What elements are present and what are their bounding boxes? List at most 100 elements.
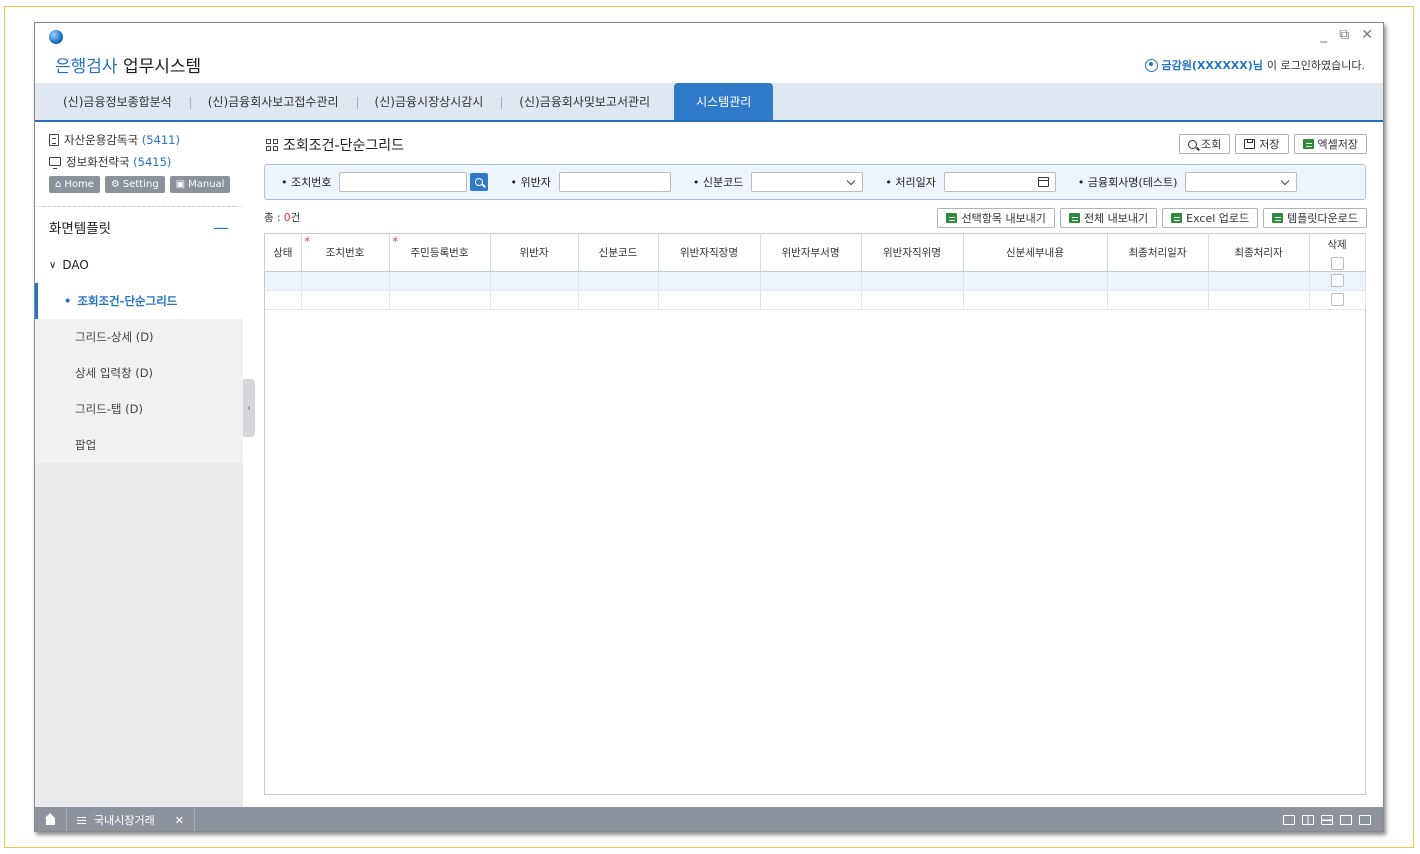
screen-template-header[interactable]: 화면템플릿 — <box>35 207 243 247</box>
login-user[interactable]: 금감원(XXXXXX)님 <box>1162 57 1263 73</box>
table-cell[interactable] <box>578 271 659 291</box>
menu-item-grid-detail[interactable]: 그리드-상세 (D) <box>35 319 243 355</box>
layout-split-horizontal-icon[interactable] <box>1321 815 1333 825</box>
layout-split-vertical-icon[interactable] <box>1302 815 1314 825</box>
action-no-input[interactable] <box>339 172 468 192</box>
column-header[interactable]: 상태 <box>265 234 302 272</box>
setting-button[interactable]: ⚙ Setting <box>104 176 165 193</box>
select-all-checkbox[interactable] <box>1330 257 1344 270</box>
table-cell[interactable] <box>963 290 1108 310</box>
open-tab-label: 국내시장거래 <box>94 814 155 827</box>
table-cell[interactable] <box>301 271 390 291</box>
field-company-name: 금융회사명(테스트) <box>1078 172 1298 192</box>
layout-single-icon[interactable] <box>1283 815 1295 825</box>
row-delete-checkbox[interactable] <box>1330 293 1344 306</box>
table-cell[interactable] <box>301 290 390 310</box>
tab-market-monitoring[interactable]: (신)금융시장상시감시 <box>356 83 502 120</box>
search-icon <box>1188 139 1198 149</box>
minimize-icon[interactable]: _ <box>1320 27 1327 43</box>
sidebar-collapse-handle[interactable]: ‹ <box>243 379 255 437</box>
tab-financial-info-analysis[interactable]: (신)금융정보종합분석 <box>45 83 190 120</box>
column-header[interactable]: 위반자부서명 <box>760 234 862 272</box>
export-all-button[interactable]: 전체 내보내기 <box>1059 208 1158 228</box>
table-cell[interactable] <box>578 290 659 310</box>
menu-item-grid-tab[interactable]: 그리드-탭 (D) <box>35 391 243 427</box>
home-button[interactable]: ⌂ Home <box>49 176 100 193</box>
column-header[interactable]: 위반자직장명 <box>658 234 761 272</box>
table-cell[interactable] <box>658 290 761 310</box>
gear-icon: ⚙ <box>110 179 120 190</box>
tab-report-reception[interactable]: (신)금융회사보고접수관리 <box>189 83 357 120</box>
page-title: 조회조건-단순그리드 <box>266 135 404 155</box>
table-cell[interactable] <box>658 271 761 291</box>
table-row[interactable] <box>265 290 1366 310</box>
column-header[interactable]: 위반자직위명 <box>861 234 964 272</box>
violator-label: 위반자 <box>510 174 550 190</box>
column-header[interactable]: 주민등록번호 <box>389 234 491 272</box>
column-header[interactable]: 최종처리일자 <box>1107 234 1209 272</box>
layout-cascade-icon[interactable] <box>1340 815 1352 825</box>
column-header[interactable]: 신분세부내용 <box>963 234 1108 272</box>
open-tab-domestic-market[interactable]: 국내시장거래 ✕ <box>67 807 195 831</box>
menu-item-detail-input[interactable]: 상세 입력창 (D) <box>35 355 243 391</box>
calendar-icon[interactable] <box>1037 177 1049 187</box>
row-delete-checkbox[interactable] <box>1330 274 1344 287</box>
table-cell[interactable] <box>1208 290 1310 310</box>
company-name-select[interactable] <box>1185 172 1298 192</box>
table-row[interactable] <box>265 271 1366 291</box>
close-icon[interactable]: ✕ <box>1361 27 1373 43</box>
app-header: 은행검사 업무시스템 _ ⧉ ✕ 금감원(XXXXXX)님 이 로그인하였습니다. <box>35 23 1383 83</box>
layout-new-window-icon[interactable] <box>1359 815 1371 825</box>
excel-save-button[interactable]: 엑셀저장 <box>1293 134 1367 154</box>
home-tab[interactable] <box>35 807 67 831</box>
table-cell[interactable] <box>490 290 579 310</box>
data-grid: 상태 조치번호 주민등록번호 위반자 신분코드 위반자직장명 위반자부서명 위반… <box>264 233 1366 795</box>
table-cell[interactable] <box>760 290 862 310</box>
sidebar-org-panel: 자산운용감독국 (5411) 정보화전략국 (5415) ⌂ Home ⚙ Sett… <box>35 124 243 206</box>
section-title: 화면템플릿 <box>49 221 112 237</box>
save-button[interactable]: 저장 <box>1235 134 1289 154</box>
app-title-rest: 업무시스템 <box>117 57 202 77</box>
template-download-button[interactable]: 템플릿다운로드 <box>1263 208 1367 228</box>
table-cell[interactable] <box>861 271 964 291</box>
tab-company-report-management[interactable]: (신)금융회사및보고서관리 <box>501 83 668 120</box>
column-header[interactable]: 위반자 <box>490 234 579 272</box>
save-button-label: 저장 <box>1259 138 1280 151</box>
table-cell[interactable] <box>1107 290 1209 310</box>
table-cell[interactable] <box>1107 271 1209 291</box>
table-cell[interactable] <box>760 271 862 291</box>
menu-item-search-simple-grid[interactable]: • 조회조건-단순그리드 <box>35 283 243 319</box>
org-asset-management: 자산운용감독국 (5411) <box>49 132 243 148</box>
table-cell[interactable] <box>389 271 491 291</box>
table-cell[interactable] <box>963 271 1108 291</box>
column-header[interactable]: 조치번호 <box>301 234 390 272</box>
excel-upload-button[interactable]: Excel 업로드 <box>1162 208 1259 228</box>
tab-system-management[interactable]: 시스템관리 <box>674 83 774 120</box>
collapse-icon[interactable]: — <box>213 218 229 237</box>
app-title-highlight: 은행검사 <box>55 57 118 77</box>
column-header[interactable]: 신분코드 <box>578 234 659 272</box>
window-controls: _ ⧉ ✕ <box>1320 27 1373 43</box>
table-cell[interactable] <box>1208 271 1310 291</box>
table-cell[interactable] <box>265 290 302 310</box>
close-tab-icon[interactable]: ✕ <box>175 814 184 827</box>
column-header[interactable]: 최종처리자 <box>1208 234 1310 272</box>
export-selected-label: 선택항목 내보내기 <box>961 212 1046 225</box>
menu-item-popup[interactable]: 팝업 <box>35 427 243 463</box>
excel-save-button-label: 엑셀저장 <box>1317 138 1358 151</box>
process-date-input[interactable] <box>943 172 1056 192</box>
manual-button[interactable]: ▣ Manual <box>169 176 231 193</box>
status-code-select[interactable] <box>751 172 864 192</box>
export-selected-button[interactable]: 선택항목 내보내기 <box>937 208 1055 228</box>
table-cell[interactable] <box>490 271 579 291</box>
table-cell[interactable] <box>265 271 302 291</box>
table-cell[interactable] <box>861 290 964 310</box>
restore-icon[interactable]: ⧉ <box>1339 27 1349 43</box>
table-cell[interactable] <box>389 290 491 310</box>
violator-input[interactable] <box>558 172 671 192</box>
menu-icon <box>77 816 86 824</box>
search-button[interactable]: 조회 <box>1179 134 1231 154</box>
book-icon: ▣ <box>175 179 186 190</box>
action-no-search-button[interactable] <box>470 173 489 191</box>
menu-group-dao[interactable]: ∨ DAO <box>35 247 243 283</box>
